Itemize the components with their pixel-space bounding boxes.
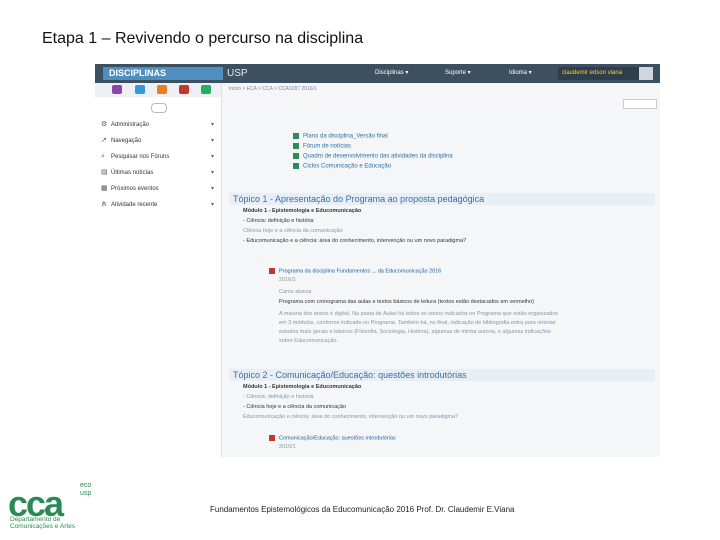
pdf-icon bbox=[269, 435, 275, 441]
pdf-icon bbox=[269, 268, 275, 274]
section-line: - Ciência hoje e a ciência da comunicaçã… bbox=[243, 404, 347, 410]
file-icon bbox=[293, 153, 299, 159]
sidebar-item-eventos[interactable]: ▦ Próximos eventos ▾ bbox=[101, 182, 216, 196]
chevron-down-icon: ▾ bbox=[210, 122, 214, 128]
file-icon bbox=[293, 133, 299, 139]
sidebar-item-noticias[interactable]: ▤ Últimas notícias ▾ bbox=[101, 166, 216, 180]
main-content: Início > ECA > CCA > CCA0287 2016/1 Plan… bbox=[225, 83, 657, 457]
edit-mode-button[interactable] bbox=[623, 99, 657, 109]
section-line: Educomunicação e ciência: área do conhec… bbox=[243, 414, 459, 420]
chevron-down-icon: ▾ bbox=[210, 186, 214, 192]
chevron-down-icon: ▾ bbox=[210, 138, 214, 144]
file-icon[interactable] bbox=[179, 85, 189, 94]
avatar[interactable] bbox=[639, 67, 653, 80]
activity-icon: ⋔ bbox=[101, 201, 107, 208]
calendar-icon: ▤ bbox=[101, 169, 108, 176]
folder-icon bbox=[293, 163, 299, 169]
sidebar-item-pesquisar[interactable]: ⌕ Pesquisar nos Fóruns ▾ bbox=[101, 150, 216, 164]
pdf-file-link[interactable]: Comunicação/Educação: questões introdutó… bbox=[269, 435, 396, 441]
chevron-down-icon: ▾ bbox=[210, 170, 214, 176]
resource-link[interactable]: Ciclos Comunicação e Educação bbox=[293, 163, 391, 170]
top-navbar: DISCIPLINAS USP Disciplinas ▾ Suporte ▾ … bbox=[95, 64, 660, 83]
section-line: - Educomunicação e a ciência: área do co… bbox=[243, 238, 467, 244]
menu-suporte[interactable]: Suporte ▾ bbox=[445, 68, 471, 78]
section-header-2: Tópico 2 - Comunicação/Educação: questõe… bbox=[229, 369, 655, 381]
slide-footer: Fundamentos Epistemológicos da Educomuni… bbox=[210, 505, 515, 514]
resource-link[interactable]: Plano da disciplina_Versão final bbox=[293, 133, 388, 140]
note-line: em 3 módulos, conforme indicado no Progr… bbox=[279, 320, 556, 326]
note-line: Caros alunos bbox=[279, 289, 312, 295]
file-meta: 2016/1 bbox=[279, 444, 296, 450]
pdf-file-link[interactable]: Programa da disciplina Fundamentos ... d… bbox=[269, 268, 441, 274]
note-line: estudos mais gerais e básicos (Filosofia… bbox=[279, 329, 551, 335]
department-label: Departamento de Comunicações e Artes bbox=[10, 516, 76, 530]
sidebar-icon-row bbox=[95, 83, 221, 97]
menu-idioma[interactable]: Idioma ▾ bbox=[509, 68, 532, 78]
sidebar-item-atividade[interactable]: ⋔ Atividade recente ▾ bbox=[101, 198, 216, 212]
slide-title: Etapa 1 – Revivendo o percurso na discip… bbox=[42, 30, 364, 47]
cca-logo: cca eco usp Departamento de Comunicações e… bbox=[8, 482, 98, 530]
eco-usp-label: eco usp bbox=[80, 482, 92, 497]
mail-icon[interactable] bbox=[135, 85, 145, 94]
sidebar: ⚙ Administração ▾ ↗ Navegação ▾ ⌕ Pesquisar n… bbox=[95, 83, 222, 457]
user-menu[interactable]: claudemir edson viana bbox=[558, 67, 648, 80]
section-line: Módulo 1 - Epistemologia e Educomunicaçã… bbox=[243, 384, 362, 390]
brand-logo[interactable]: DISCIPLINAS bbox=[103, 67, 223, 80]
resource-link[interactable]: Quadro de desenvolvimento das atividades… bbox=[293, 153, 453, 160]
section-line: Ciência hoje e a ciência da comunicação bbox=[243, 228, 343, 234]
grade-icon[interactable] bbox=[201, 85, 211, 94]
note-line: A maioria dos textos é digital. Na pasta… bbox=[279, 311, 559, 317]
section-line: - Ciência: definição e história bbox=[243, 218, 314, 224]
navigation-icon: ↗ bbox=[101, 137, 107, 144]
gear-icon: ⚙ bbox=[101, 121, 108, 128]
sidebar-item-administracao[interactable]: ⚙ Administração ▾ bbox=[101, 118, 216, 132]
section-header-1: Tópico 1 - Apresentação do Programa ao p… bbox=[229, 193, 655, 205]
note-line: Programa com cronograma das aulas e text… bbox=[279, 299, 534, 305]
menu-disciplinas[interactable]: Disciplinas ▾ bbox=[375, 68, 408, 78]
sidebar-item-navegacao[interactable]: ↗ Navegação ▾ bbox=[101, 134, 216, 148]
home-icon[interactable] bbox=[112, 85, 122, 94]
calendar-icon: ▦ bbox=[101, 185, 108, 192]
file-meta: 2016/1 bbox=[279, 277, 296, 283]
chevron-down-icon: ▾ bbox=[210, 154, 214, 160]
calendar-icon[interactable] bbox=[157, 85, 167, 94]
moodle-screenshot: DISCIPLINAS USP Disciplinas ▾ Suporte ▾ … bbox=[95, 64, 660, 457]
forum-icon bbox=[293, 143, 299, 149]
collapse-toggle[interactable] bbox=[151, 103, 167, 113]
resource-link[interactable]: Fórum de notícias bbox=[293, 143, 351, 150]
breadcrumb[interactable]: Início > ECA > CCA > CCA0287 2016/1 bbox=[229, 86, 317, 92]
section-line: - Ciência: definição e história bbox=[243, 394, 314, 400]
usp-label: USP bbox=[227, 68, 248, 79]
chevron-down-icon: ▾ bbox=[210, 202, 214, 208]
note-line: sobre Educomunicação. bbox=[279, 338, 339, 344]
section-line: Módulo 1 - Epistemologia e Educomunicaçã… bbox=[243, 208, 362, 214]
search-icon: ⌕ bbox=[101, 153, 105, 160]
